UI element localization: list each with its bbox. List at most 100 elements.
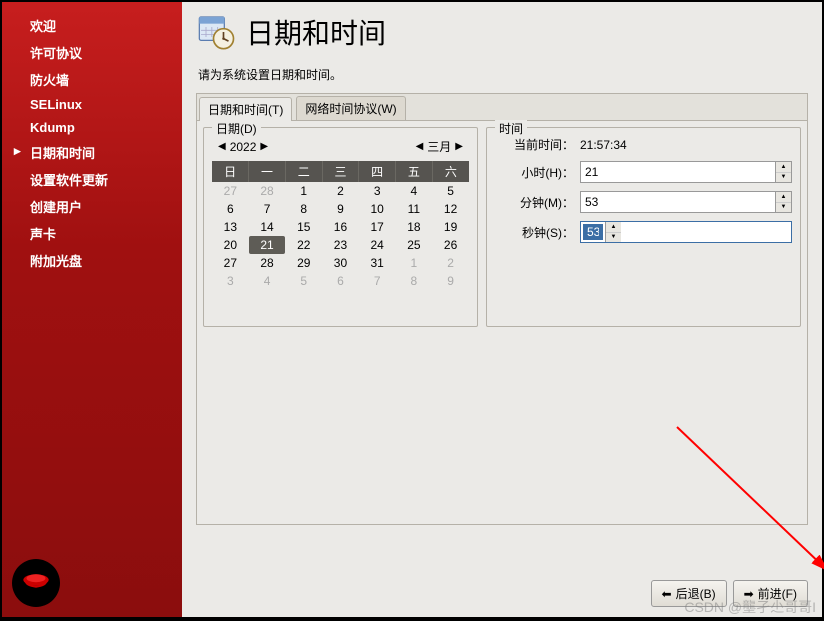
- calendar-day[interactable]: 3: [212, 272, 249, 290]
- second-down-icon[interactable]: ▼: [606, 233, 621, 243]
- redhat-logo: [12, 559, 60, 607]
- month-label: 三月: [427, 138, 451, 155]
- page-title: 日期和时间: [246, 12, 386, 52]
- calendar-day[interactable]: 17: [359, 218, 396, 236]
- second-input[interactable]: [583, 224, 603, 240]
- calendar-day[interactable]: 6: [212, 200, 249, 218]
- calendar-day[interactable]: 3: [359, 182, 396, 200]
- calendar-day[interactable]: 22: [285, 236, 322, 254]
- current-time-label: 当前时间：: [495, 136, 580, 153]
- calendar-day[interactable]: 2: [432, 254, 469, 272]
- month-prev-icon[interactable]: ◀: [414, 141, 426, 152]
- calendar-day[interactable]: 26: [432, 236, 469, 254]
- calendar-day[interactable]: 5: [285, 272, 322, 290]
- calendar-day[interactable]: 14: [249, 218, 286, 236]
- date-group-title: 日期(D): [212, 120, 261, 137]
- calendar-day[interactable]: 6: [322, 272, 359, 290]
- sidebar-item-4[interactable]: Kdump: [2, 116, 182, 139]
- hour-input[interactable]: [581, 162, 775, 182]
- sidebar-item-7[interactable]: 创建用户: [2, 193, 182, 220]
- minute-down-icon[interactable]: ▼: [776, 203, 791, 213]
- second-label: 秒钟(S)：: [495, 224, 580, 241]
- hour-down-icon[interactable]: ▼: [776, 173, 791, 183]
- sidebar-item-5[interactable]: 日期和时间: [2, 139, 182, 166]
- calendar-day[interactable]: 31: [359, 254, 396, 272]
- calendar-day[interactable]: 13: [212, 218, 249, 236]
- calendar-day[interactable]: 8: [396, 272, 433, 290]
- calendar-day[interactable]: 8: [285, 200, 322, 218]
- year-label: 2022: [230, 140, 257, 154]
- calendar-day[interactable]: 30: [322, 254, 359, 272]
- minute-input[interactable]: [581, 192, 775, 212]
- year-next-icon[interactable]: ▶: [258, 141, 270, 152]
- calendar: 日一二三四五六 27281234567891011121314151617181…: [212, 161, 469, 290]
- calendar-day[interactable]: 5: [432, 182, 469, 200]
- calendar-day[interactable]: 1: [285, 182, 322, 200]
- weekday-header: 六: [432, 161, 469, 182]
- sidebar-item-0[interactable]: 欢迎: [2, 12, 182, 39]
- forward-button[interactable]: ➡ 前进(F): [733, 580, 808, 607]
- calendar-day[interactable]: 18: [396, 218, 433, 236]
- calendar-day[interactable]: 24: [359, 236, 396, 254]
- minute-up-icon[interactable]: ▲: [776, 192, 791, 203]
- time-group: 时间 当前时间： 21:57:34 小时(H)： ▲▼ 分钟(M)：: [486, 127, 801, 327]
- time-group-title: 时间: [495, 120, 527, 137]
- calendar-day[interactable]: 19: [432, 218, 469, 236]
- tab-ntp[interactable]: 网络时间协议(W): [296, 96, 405, 120]
- weekday-header: 三: [322, 161, 359, 182]
- installer-window: 欢迎许可协议防火墙SELinuxKdump日期和时间设置软件更新创建用户声卡附加…: [2, 2, 822, 617]
- calendar-day[interactable]: 28: [249, 182, 286, 200]
- year-prev-icon[interactable]: ◀: [216, 141, 228, 152]
- calendar-day[interactable]: 11: [396, 200, 433, 218]
- calendar-day[interactable]: 4: [249, 272, 286, 290]
- hour-label: 小时(H)：: [495, 164, 580, 181]
- main-panel: 日期和时间 请为系统设置日期和时间。 日期和时间(T) 网络时间协议(W) 日期…: [182, 2, 822, 617]
- weekday-header: 五: [396, 161, 433, 182]
- second-up-icon[interactable]: ▲: [606, 222, 621, 233]
- calendar-day[interactable]: 7: [249, 200, 286, 218]
- second-spinner[interactable]: ▲▼: [580, 221, 792, 243]
- calendar-day[interactable]: 15: [285, 218, 322, 236]
- calendar-day[interactable]: 23: [322, 236, 359, 254]
- sidebar-item-2[interactable]: 防火墙: [2, 66, 182, 93]
- arrow-right-icon: ➡: [744, 587, 754, 601]
- calendar-day[interactable]: 9: [432, 272, 469, 290]
- date-group: 日期(D) ◀ 2022 ▶ ◀ 三月 ▶: [203, 127, 478, 327]
- calendar-day[interactable]: 2: [322, 182, 359, 200]
- sidebar-item-1[interactable]: 许可协议: [2, 39, 182, 66]
- calendar-day[interactable]: 12: [432, 200, 469, 218]
- calendar-day[interactable]: 21: [249, 236, 286, 254]
- tab-datetime[interactable]: 日期和时间(T): [199, 97, 292, 121]
- tabs-container: 日期和时间(T) 网络时间协议(W) 日期(D) ◀ 2022 ▶ ◀ 三月: [196, 93, 808, 525]
- calendar-day[interactable]: 9: [322, 200, 359, 218]
- calendar-day[interactable]: 28: [249, 254, 286, 272]
- calendar-day[interactable]: 4: [396, 182, 433, 200]
- calendar-day[interactable]: 27: [212, 254, 249, 272]
- weekday-header: 二: [285, 161, 322, 182]
- calendar-day[interactable]: 25: [396, 236, 433, 254]
- calendar-day[interactable]: 20: [212, 236, 249, 254]
- tab-strip: 日期和时间(T) 网络时间协议(W): [197, 94, 807, 121]
- hour-spinner[interactable]: ▲▼: [580, 161, 792, 183]
- tab-content: 日期(D) ◀ 2022 ▶ ◀ 三月 ▶: [197, 121, 807, 333]
- forward-button-label: 前进(F): [758, 585, 797, 602]
- hour-up-icon[interactable]: ▲: [776, 162, 791, 173]
- sidebar-item-8[interactable]: 声卡: [2, 220, 182, 247]
- minute-label: 分钟(M)：: [495, 194, 580, 211]
- sidebar-item-6[interactable]: 设置软件更新: [2, 166, 182, 193]
- calendar-day[interactable]: 27: [212, 182, 249, 200]
- sidebar: 欢迎许可协议防火墙SELinuxKdump日期和时间设置软件更新创建用户声卡附加…: [2, 2, 182, 617]
- calendar-day[interactable]: 10: [359, 200, 396, 218]
- minute-spinner[interactable]: ▲▼: [580, 191, 792, 213]
- back-button[interactable]: ⬅ 后退(B): [651, 580, 727, 607]
- sidebar-item-9[interactable]: 附加光盘: [2, 247, 182, 274]
- calendar-day[interactable]: 16: [322, 218, 359, 236]
- weekday-header: 四: [359, 161, 396, 182]
- page-header: 日期和时间: [196, 12, 808, 52]
- calendar-nav: ◀ 2022 ▶ ◀ 三月 ▶: [212, 136, 469, 157]
- sidebar-item-3[interactable]: SELinux: [2, 93, 182, 116]
- calendar-day[interactable]: 29: [285, 254, 322, 272]
- calendar-day[interactable]: 7: [359, 272, 396, 290]
- month-next-icon[interactable]: ▶: [453, 141, 465, 152]
- calendar-day[interactable]: 1: [396, 254, 433, 272]
